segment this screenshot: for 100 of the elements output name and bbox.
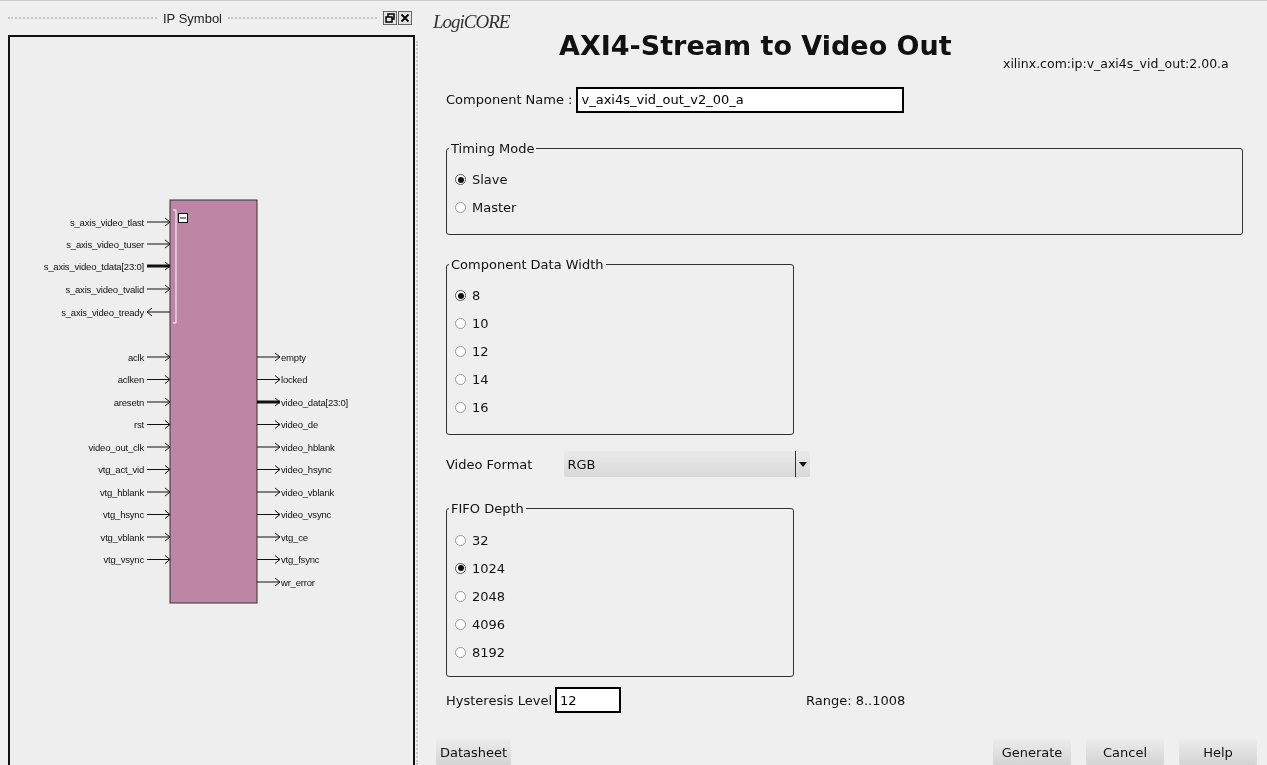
- radio-label: 1024: [472, 560, 506, 576]
- radio-label: 8192: [472, 644, 506, 660]
- pin-arrow: [256, 375, 281, 384]
- pin-arrow: [256, 532, 281, 542]
- radio-label: Master: [472, 200, 517, 215]
- radio-option[interactable]: 8192: [455, 638, 785, 666]
- radio-button[interactable]: [455, 202, 466, 213]
- pin-arrow: [256, 577, 281, 587]
- radio-button[interactable]: [455, 618, 466, 630]
- pin-arrow: [257, 397, 281, 407]
- radio-option[interactable]: 1024: [455, 554, 785, 582]
- radio-button[interactable]: [455, 646, 466, 658]
- pin-label: vtg_vblank: [100, 531, 144, 543]
- radio-option[interactable]: 14: [455, 365, 785, 394]
- group-title: FIFO Depth: [450, 501, 525, 516]
- radio-button[interactable]: [455, 590, 466, 602]
- pin-label: s_axis_video_tdata[23:0]: [43, 260, 144, 272]
- pin-label: aresetn: [113, 396, 144, 408]
- radio-button[interactable]: [455, 318, 466, 330]
- dialog-button[interactable]: Cancel: [1086, 739, 1164, 765]
- pin-label: empty: [281, 351, 306, 363]
- panel-title: IP Symbol: [163, 10, 222, 26]
- pin-label: aclk: [127, 351, 144, 363]
- pin-label: video_hblank: [281, 441, 335, 453]
- pin-label: vtg_hblank: [100, 486, 144, 498]
- dialog-title: AXI4-Stream to Video Out: [559, 29, 953, 63]
- radio-option[interactable]: 16: [455, 393, 785, 422]
- pin-arrow: [146, 375, 171, 384]
- radio-button[interactable]: [455, 374, 466, 386]
- group-title: Timing Mode: [450, 140, 536, 156]
- radio-option[interactable]: 8: [455, 281, 785, 310]
- pin-label: s_axis_video_tlast: [69, 216, 144, 228]
- radio-option[interactable]: 32: [455, 526, 785, 554]
- caret-icon: [799, 461, 808, 467]
- radio-label: 10: [472, 316, 489, 332]
- logo: LogiCORE: [433, 10, 511, 33]
- radio-label: 32: [472, 532, 489, 548]
- radio-label: 16: [472, 400, 489, 416]
- pin-arrow: [146, 510, 171, 519]
- pin-arrow: [146, 442, 171, 452]
- pin-arrow: [146, 487, 171, 497]
- pin-arrow: [256, 442, 281, 452]
- radio-button[interactable]: [455, 534, 466, 546]
- pin-label: wr_error: [281, 576, 315, 588]
- pin-arrow: [256, 420, 281, 429]
- pin-label: video_vsync: [281, 509, 332, 520]
- pin-label: s_axis_video_tvalid: [65, 283, 144, 295]
- pin-label: vtg_fsync: [281, 554, 320, 565]
- radio-label: 14: [472, 372, 489, 388]
- radio-label: 2048: [472, 588, 506, 604]
- pin-label: locked: [281, 374, 308, 385]
- radio-option[interactable]: 4096: [455, 610, 785, 638]
- field-label: Video Format: [446, 456, 533, 472]
- pin-label: vtg_hsync: [103, 509, 144, 520]
- pin-arrow: [256, 487, 281, 497]
- dialog-button[interactable]: Generate: [993, 739, 1071, 765]
- radio-option[interactable]: 10: [455, 309, 785, 338]
- ip-identifier: xilinx.com:ip:v_axi4s_vid_out:2.00.a: [1003, 55, 1229, 71]
- pin-label: video_data[23:0]: [281, 396, 349, 408]
- pin-arrow: [256, 352, 281, 362]
- restore-icon[interactable]: [383, 11, 397, 25]
- radio-option[interactable]: Master: [455, 193, 1234, 222]
- pin-label: aclken: [117, 374, 144, 385]
- collapse-icon[interactable]: [178, 213, 188, 223]
- field-label: Hysteresis Level: [446, 692, 552, 708]
- pin-arrow: [256, 510, 281, 519]
- pin-arrow: [146, 532, 171, 542]
- radio-button[interactable]: [455, 562, 466, 574]
- radio-label: 12: [472, 344, 489, 360]
- pin-label: vtg_act_vid: [98, 464, 144, 475]
- pin-arrow: [146, 420, 171, 429]
- pin-label: rst: [134, 419, 144, 430]
- pin-arrow: [146, 555, 171, 564]
- radio-button[interactable]: [455, 346, 466, 358]
- close-icon[interactable]: [398, 11, 412, 25]
- pin-arrow: [146, 465, 171, 474]
- radio-option[interactable]: Slave: [455, 165, 1234, 194]
- radio-label: 8: [472, 288, 481, 304]
- hysteresis-field[interactable]: 12: [555, 687, 621, 713]
- pin-label: vtg_ce: [281, 531, 308, 543]
- pin-label: s_axis_video_tuser: [66, 238, 144, 250]
- dialog-button[interactable]: Help: [1179, 739, 1257, 765]
- radio-label: Slave: [472, 172, 508, 187]
- pin-label: video_hsync: [281, 464, 332, 475]
- pin-arrow: [256, 555, 281, 564]
- range-text: Range: 8..1008: [806, 692, 906, 708]
- video-format-dropdown[interactable]: RGB: [564, 451, 811, 477]
- radio-button[interactable]: [455, 290, 466, 302]
- pin-arrow: [146, 397, 171, 407]
- radio-option[interactable]: 2048: [455, 582, 785, 610]
- pin-arrow: [256, 465, 281, 474]
- radio-button[interactable]: [455, 174, 466, 185]
- field-label: Component Name :: [446, 92, 573, 107]
- radio-button[interactable]: [455, 402, 466, 414]
- component-name-field[interactable]: v_axi4s_vid_out_v2_00_a: [576, 86, 905, 113]
- datasheet-button[interactable]: Datasheet: [436, 739, 512, 765]
- group-title: Component Data Width: [450, 256, 605, 272]
- radio-option[interactable]: 12: [455, 337, 785, 366]
- pin-label: s_axis_video_tready: [61, 306, 144, 318]
- pin-label: video_de: [281, 419, 318, 430]
